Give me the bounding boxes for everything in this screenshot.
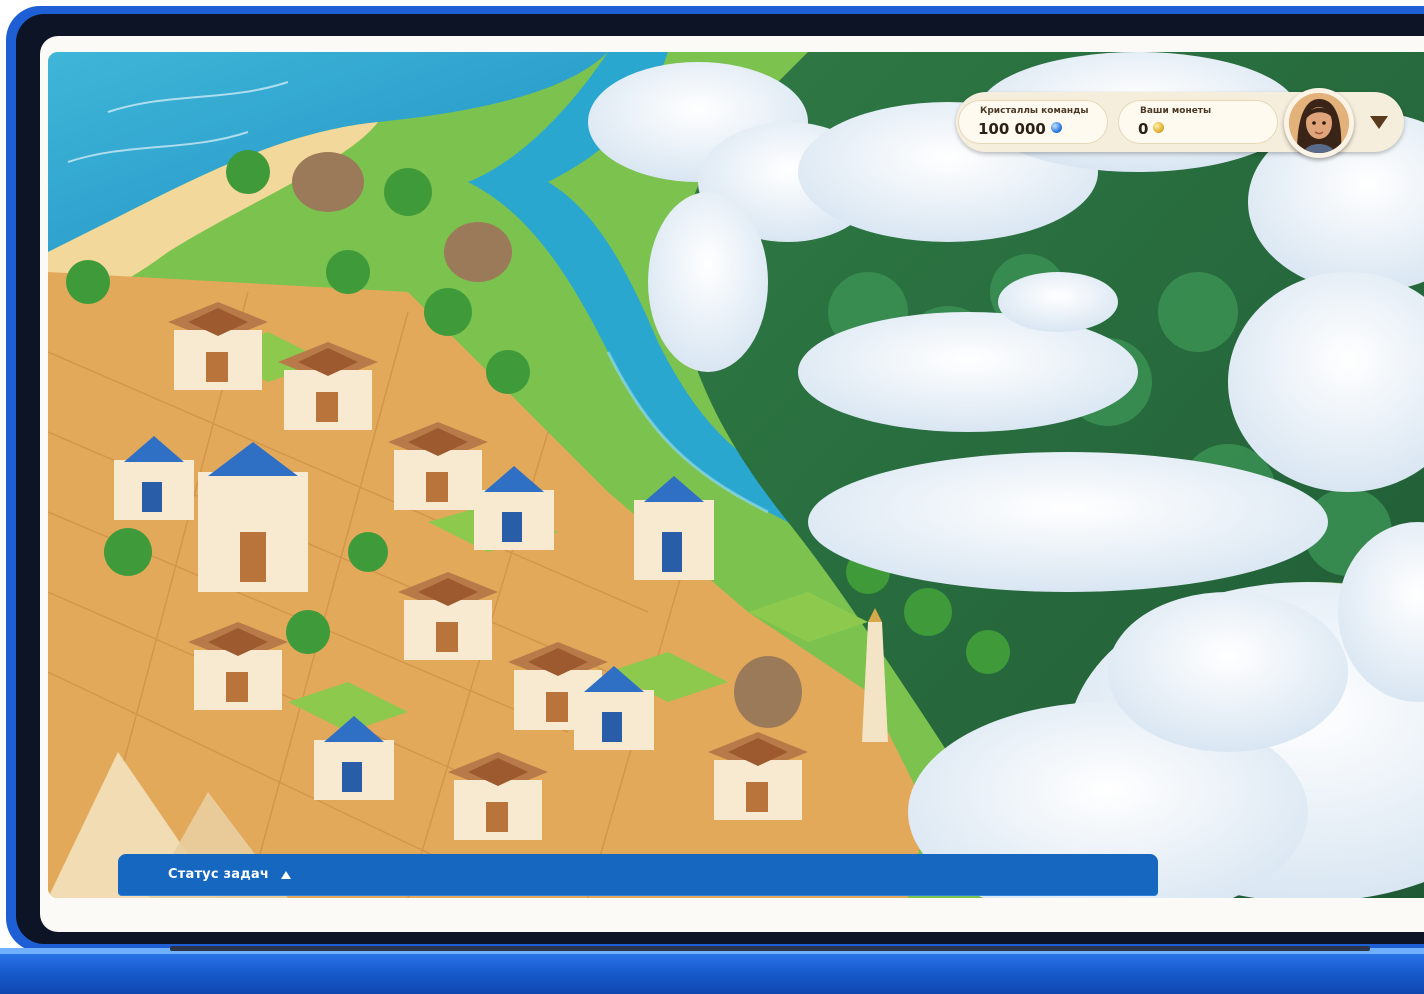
chevron-up-icon xyxy=(281,871,291,879)
team-crystals-label: Кристаллы команды xyxy=(980,106,1089,116)
task-status-bar[interactable]: Статус задач xyxy=(118,854,1158,896)
map-illustration xyxy=(48,52,1424,898)
avatar[interactable] xyxy=(1284,88,1354,158)
avatar-illustration xyxy=(1289,93,1349,153)
laptop-hinge xyxy=(170,946,1370,951)
your-coins-amount: 0 xyxy=(1138,120,1149,138)
task-status-label: Статус задач xyxy=(168,867,270,882)
resource-hud: Кристаллы команды 100 000 Ваши монеты 0 xyxy=(956,88,1404,158)
chevron-down-icon xyxy=(1370,116,1388,129)
team-crystals-counter: Кристаллы команды 100 000 xyxy=(958,100,1108,144)
your-coins-value: 0 xyxy=(1138,120,1165,138)
coin-icon xyxy=(1153,122,1165,133)
game-map[interactable] xyxy=(48,52,1424,898)
crystal-icon xyxy=(1050,122,1062,133)
avatar-portrait xyxy=(1289,93,1349,153)
team-crystals-amount: 100 000 xyxy=(978,120,1046,138)
your-coins-label: Ваши монеты xyxy=(1140,106,1212,116)
profile-dropdown-button[interactable] xyxy=(1362,106,1396,138)
team-crystals-value: 100 000 xyxy=(978,120,1062,138)
laptop-base xyxy=(0,948,1424,994)
your-coins-counter: Ваши монеты 0 xyxy=(1118,100,1278,144)
